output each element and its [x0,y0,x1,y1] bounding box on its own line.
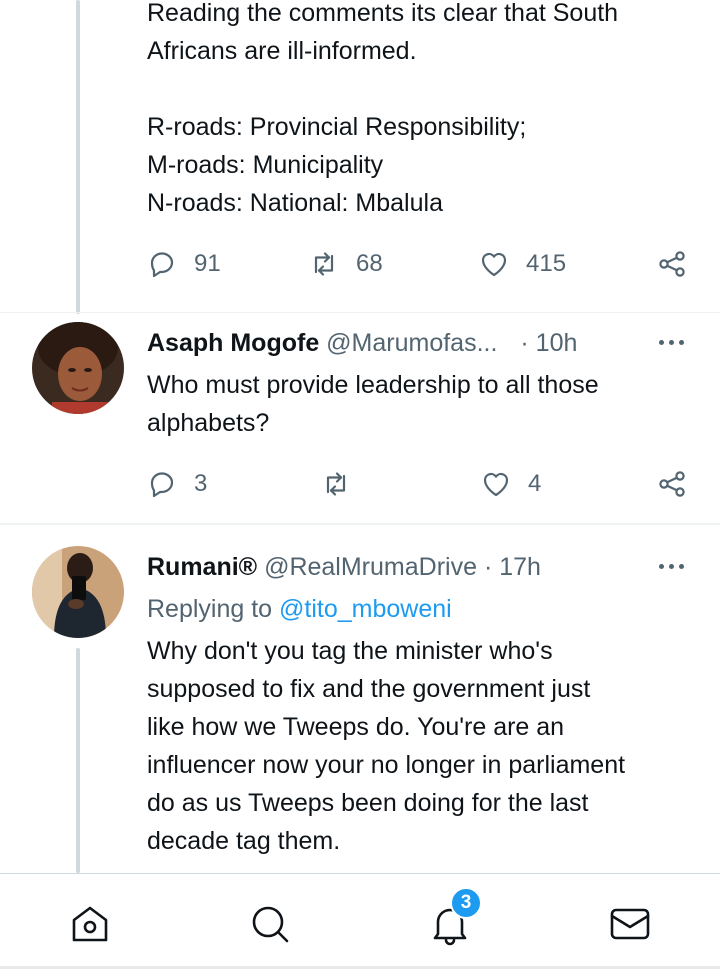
heart-icon [483,472,509,497]
avatar[interactable] [32,322,124,414]
bottom-navigation [0,873,720,969]
reply-count: 3 [194,470,208,497]
nav-home[interactable] [68,902,112,946]
tweet-divider [0,312,720,313]
reply-icon [150,472,174,498]
replying-to: Replying to @tito_mboweni [147,593,452,625]
tweet-header: Rumani® @RealMrumaDrive · 17h [147,551,541,583]
like-button[interactable]: 415 [478,244,566,284]
like-button[interactable]: 4 [480,464,541,504]
more-options-icon[interactable] [659,340,684,345]
share-button[interactable] [656,244,688,284]
retweet-count: 68 [356,250,383,277]
tweet-actions: 3 4 [146,464,691,504]
timestamp[interactable]: · 17h [484,553,541,581]
mail-icon [610,908,650,940]
share-button[interactable] [656,464,688,504]
reply-button[interactable]: 3 [146,464,207,504]
retweet-icon [326,472,346,496]
notification-badge: 3 [450,887,482,919]
like-count: 4 [528,470,542,497]
user-handle[interactable]: @Marumofas... [326,329,497,357]
retweet-button[interactable] [320,464,352,504]
home-icon [72,906,108,942]
display-name[interactable]: Asaph Mogofe [147,329,319,357]
thread-connector-line [76,0,80,314]
share-icon [659,251,685,277]
like-count: 415 [526,250,567,277]
retweet-button[interactable]: 68 [308,244,383,284]
tweet-text: Reading the comments its clear that Sout… [147,0,619,217]
reply-icon [150,252,174,278]
user-handle[interactable]: @RealMrumaDrive [264,553,477,581]
avatar-image [32,546,124,638]
replying-to-label: Replying to [147,595,280,623]
reply-count: 91 [194,250,221,277]
heart-icon [481,252,507,277]
nav-search[interactable] [248,902,292,946]
retweet-icon [314,252,334,276]
tweet-divider [0,523,720,525]
thread-connector-line [76,648,80,873]
share-icon [659,471,685,497]
tweet-text: Why don't you tag the minister who's sup… [147,637,626,855]
tweet-text: Who must provide leadership to all those… [147,371,599,437]
avatar-image [32,322,124,414]
more-options-icon[interactable] [659,564,684,569]
tweet-header: Asaph Mogofe @Marumofas... · 10h [147,327,577,359]
replying-to-handle[interactable]: @tito_mboweni [279,595,452,623]
reply-button[interactable]: 91 [146,244,221,284]
timestamp[interactable]: · 10h [520,329,577,357]
avatar[interactable] [32,546,124,638]
search-icon [252,906,289,943]
display-name[interactable]: Rumani® [147,553,257,581]
nav-messages[interactable] [608,902,652,946]
tweet-actions: 91 68 415 [146,244,691,284]
